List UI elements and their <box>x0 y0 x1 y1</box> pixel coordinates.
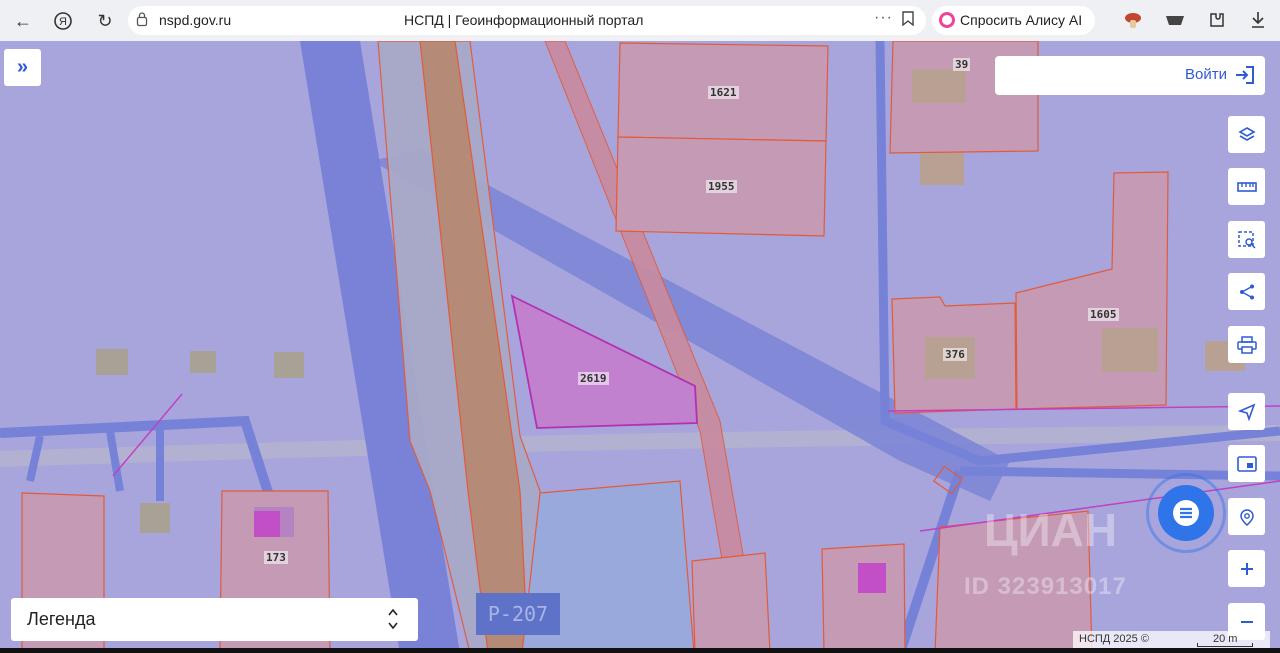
building-b7 <box>858 563 886 593</box>
layers-icon <box>1237 126 1256 141</box>
alice-icon <box>939 12 955 28</box>
location-icon <box>1237 403 1255 421</box>
ruler-button[interactable] <box>1228 168 1265 205</box>
parcel-label-376[interactable]: 376 <box>943 348 967 361</box>
area-select-icon <box>1237 230 1256 249</box>
legend-label: Легенда <box>27 609 96 629</box>
boundary-line-3 <box>112 393 183 477</box>
url-text: nspd.gov.ru <box>159 12 232 28</box>
extension-mushroom-icon[interactable] <box>1122 9 1144 31</box>
copyright-text: НСПД 2025 © <box>1079 633 1149 645</box>
minimap-button[interactable] <box>1228 445 1265 482</box>
zoom-in-button[interactable] <box>1228 550 1265 587</box>
parcel-label-1605[interactable]: 1605 <box>1088 308 1119 321</box>
map-attribution: НСПД 2025 © 20 m <box>1073 631 1270 649</box>
extensions-icon[interactable] <box>1206 9 1228 31</box>
chat-button[interactable] <box>1158 485 1214 541</box>
building-1605 <box>1102 328 1158 372</box>
address-bar[interactable]: nspd.gov.ru НСПД | Геоинформационный пор… <box>128 6 926 35</box>
svg-text:Я: Я <box>59 16 67 28</box>
building-b4 <box>190 351 216 373</box>
bookmark-icon[interactable] <box>902 11 914 26</box>
print-button[interactable] <box>1228 326 1265 363</box>
parcel-label-2619[interactable]: 2619 <box>578 372 609 385</box>
building-b1 <box>920 153 964 185</box>
yandex-icon[interactable]: Я <box>50 8 76 34</box>
road-label: Р-207 <box>476 593 560 635</box>
share-button[interactable] <box>1228 273 1265 310</box>
more-icon[interactable]: ··· <box>874 9 893 27</box>
watermark-id: ID 323913017 <box>964 573 1127 600</box>
building-b6 <box>140 503 170 533</box>
geo-search-icon <box>1239 508 1254 526</box>
parcel-shape-1605 <box>1015 171 1169 410</box>
minimap-icon <box>1236 455 1257 472</box>
login-button[interactable]: Войти <box>995 56 1265 95</box>
legend-selector[interactable]: Легенда <box>11 598 418 641</box>
download-icon[interactable] <box>1247 9 1269 31</box>
building-39 <box>912 69 966 103</box>
lock-icon <box>136 11 148 30</box>
ruler-icon <box>1236 181 1257 192</box>
chevron-updown-icon <box>388 608 398 630</box>
chat-icon <box>1173 500 1199 526</box>
building-b3 <box>96 349 128 375</box>
building-b5 <box>274 352 304 378</box>
geo-search-button[interactable] <box>1228 498 1265 535</box>
reload-icon[interactable]: ↻ <box>92 8 118 34</box>
expand-panel-button[interactable]: » <box>4 49 41 86</box>
building-173-core <box>254 511 280 537</box>
double-chevron-right-icon: » <box>16 56 29 78</box>
alice-button[interactable]: Спросить Алису AI <box>932 6 1095 35</box>
zoom-in-icon <box>1240 562 1253 575</box>
parcel-label-1955[interactable]: 1955 <box>706 180 737 193</box>
map-layer <box>0 41 1280 653</box>
back-icon[interactable]: ← <box>10 8 36 34</box>
login-icon <box>1236 66 1254 84</box>
alice-label: Спросить Алису AI <box>960 12 1083 28</box>
taskbar-edge <box>0 648 1280 653</box>
print-icon <box>1236 335 1257 354</box>
extension-hat-icon[interactable] <box>1164 9 1186 31</box>
parcel-label-1621[interactable]: 1621 <box>708 86 739 99</box>
share-icon <box>1239 284 1254 299</box>
parcel-label-39[interactable]: 39 <box>953 58 971 71</box>
scale-bar <box>1197 643 1253 647</box>
zoom-out-icon <box>1240 620 1253 623</box>
browser-toolbar: ← Я ↻ nspd.gov.ru НСПД | Геоинформационн… <box>0 0 1280 41</box>
watermark-logo: ЦИАН <box>984 504 1118 556</box>
page-title: НСПД | Геоинформационный портал <box>404 12 644 28</box>
area-select-button[interactable] <box>1228 221 1265 258</box>
map-canvas[interactable]: 1621 1955 39 1605 376 2619 173 Р-207 ЦИА… <box>0 41 1280 653</box>
parcel-label-173[interactable]: 173 <box>264 551 288 564</box>
parcel-shape-b2 <box>821 543 906 653</box>
location-button[interactable] <box>1228 393 1265 430</box>
layers-button[interactable] <box>1228 116 1265 153</box>
parcel-shape-b1 <box>691 552 771 653</box>
login-label: Войти <box>1185 66 1227 83</box>
